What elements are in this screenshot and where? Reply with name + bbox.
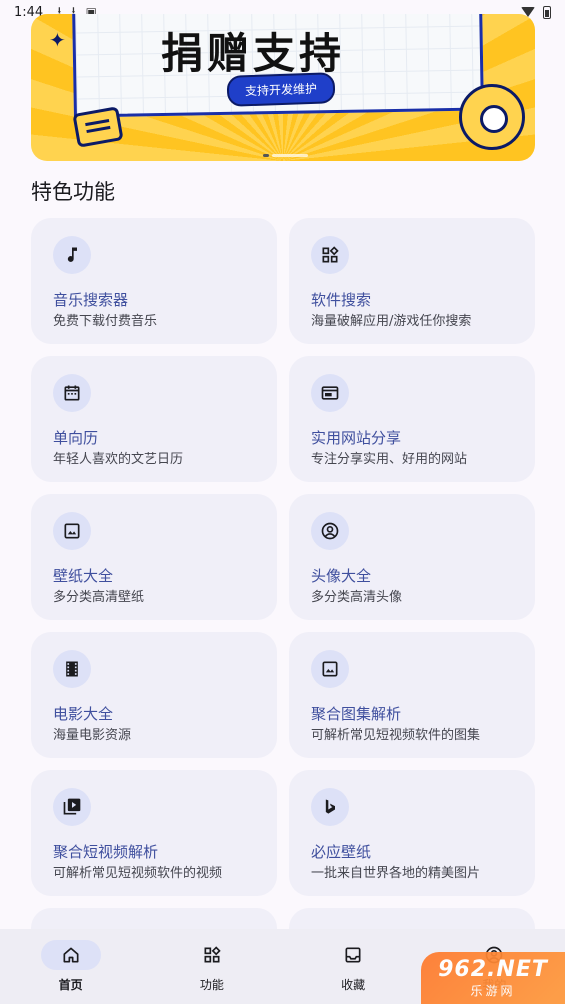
bottom-navigation: 首页 功能 收藏 我的 962.NET 乐游网 — [0, 929, 565, 1004]
sparkle-icon: ✦ — [49, 28, 66, 52]
music-note-icon — [53, 236, 91, 274]
feature-title: 必应壁纸 — [311, 843, 372, 861]
feature-subtitle: 免费下载付费音乐 — [53, 314, 158, 329]
feature-card-movies[interactable]: 电影大全 海量电影资源 — [31, 632, 277, 758]
nav-label: 首页 — [58, 978, 83, 992]
calendar-icon — [53, 374, 91, 412]
feature-card-calendar[interactable]: 单向历 年轻人喜欢的文艺日历 — [31, 356, 277, 482]
feature-title: 头像大全 — [311, 567, 372, 585]
banner-pill: 支持开发维护 — [226, 72, 336, 107]
feature-subtitle: 专注分享实用、好用的网站 — [311, 452, 468, 467]
banner-indicator — [263, 154, 308, 157]
feature-title: 电影大全 — [53, 705, 114, 723]
feature-title: 音乐搜索器 — [53, 291, 129, 309]
feature-title: 实用网站分享 — [311, 429, 402, 447]
account-circle-icon — [311, 512, 349, 550]
watermark-text: 962.NET — [438, 957, 548, 982]
nav-functions[interactable]: 功能 — [141, 929, 282, 1004]
feature-title: 壁纸大全 — [53, 567, 114, 585]
feature-card-wallpapers[interactable]: 壁纸大全 多分类高清壁纸 — [31, 494, 277, 620]
feature-card-music[interactable]: 音乐搜索器 免费下载付费音乐 — [31, 218, 277, 344]
film-icon — [53, 650, 91, 688]
video-library-icon — [53, 788, 91, 826]
apps-icon — [182, 940, 242, 970]
nav-home[interactable]: 首页 — [0, 929, 141, 1004]
feature-subtitle: 海量破解应用/游戏任你搜索 — [311, 314, 472, 329]
feature-card-avatars[interactable]: 头像大全 多分类高清头像 — [289, 494, 535, 620]
megaphone-icon — [459, 84, 525, 150]
bing-icon — [311, 788, 349, 826]
feature-subtitle: 多分类高清壁纸 — [53, 590, 145, 605]
image-icon — [53, 512, 91, 550]
section-title: 特色功能 — [31, 180, 115, 204]
feature-title: 聚合图集解析 — [311, 705, 402, 723]
home-icon — [40, 940, 101, 970]
feature-subtitle: 可解析常见短视频软件的图集 — [311, 728, 481, 743]
feature-card-bing[interactable]: 必应壁纸 一批来自世界各地的精美图片 — [289, 770, 535, 896]
inbox-icon — [323, 940, 383, 970]
web-icon — [311, 374, 349, 412]
feature-card-websites[interactable]: 实用网站分享 专注分享实用、好用的网站 — [289, 356, 535, 482]
feature-title: 聚合短视频解析 — [53, 843, 159, 861]
feature-subtitle: 多分类高清头像 — [311, 590, 403, 605]
chat-bubble-icon — [72, 106, 124, 148]
feature-subtitle: 年轻人喜欢的文艺日历 — [53, 452, 184, 467]
nav-favorites[interactable]: 收藏 — [283, 929, 424, 1004]
donate-banner[interactable]: ✦ 捐赠支持 支持开发维护 — [31, 14, 535, 161]
watermark-subtext: 乐游网 — [470, 984, 516, 998]
feature-subtitle: 可解析常见短视频软件的视频 — [53, 866, 223, 881]
nav-label: 收藏 — [341, 978, 366, 992]
feature-subtitle: 一批来自世界各地的精美图片 — [311, 866, 481, 881]
apps-icon — [311, 236, 349, 274]
banner-dot-active — [263, 154, 269, 157]
feature-card-video-parser[interactable]: 聚合短视频解析 可解析常见短视频软件的视频 — [31, 770, 277, 896]
battery-icon — [543, 5, 551, 19]
banner-dot — [272, 154, 308, 157]
watermark-logo: 962.NET 乐游网 — [421, 952, 565, 1004]
feature-title: 软件搜索 — [311, 291, 372, 309]
feature-card-software[interactable]: 软件搜索 海量破解应用/游戏任你搜索 — [289, 218, 535, 344]
feature-title: 单向历 — [53, 429, 99, 447]
nav-label: 功能 — [199, 978, 224, 992]
image-icon — [311, 650, 349, 688]
feature-subtitle: 海量电影资源 — [53, 728, 132, 743]
feature-card-gallery-parser[interactable]: 聚合图集解析 可解析常见短视频软件的图集 — [289, 632, 535, 758]
